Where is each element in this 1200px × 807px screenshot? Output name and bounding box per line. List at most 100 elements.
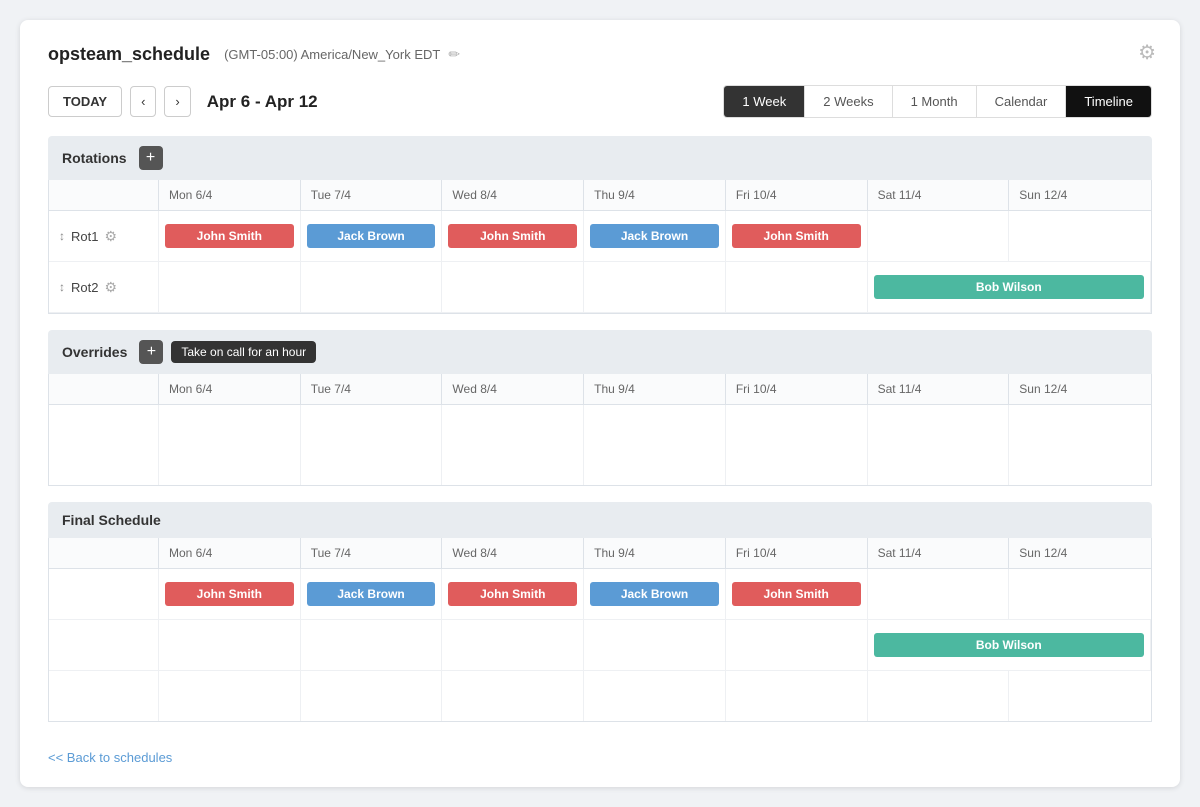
ov-col-mon: Mon 6/4	[159, 374, 301, 404]
fs-col-wed: Wed 8/4	[442, 538, 584, 568]
add-rotation-button[interactable]: +	[139, 146, 163, 170]
fs-row2-thu	[584, 620, 726, 670]
edit-icon[interactable]: ✏	[448, 46, 460, 63]
ov-thu	[584, 405, 726, 485]
view-1month[interactable]: 1 Month	[893, 86, 977, 117]
col-wed: Wed 8/4	[442, 180, 584, 210]
prev-button[interactable]: ‹	[130, 86, 156, 117]
main-container: ⚙ opsteam_schedule (GMT-05:00) America/N…	[20, 20, 1180, 787]
rotations-header-row: Mon 6/4 Tue 7/4 Wed 8/4 Thu 9/4 Fri 10/4…	[49, 180, 1151, 211]
john-smith-fri[interactable]: John Smith	[732, 224, 861, 248]
schedule-name: opsteam_schedule	[48, 44, 210, 65]
fs-jack-brown-tue[interactable]: Jack Brown	[307, 582, 436, 606]
fs-john-smith-wed[interactable]: John Smith	[448, 582, 577, 606]
final-schedule-section: Final Schedule Mon 6/4 Tue 7/4 Wed 8/4 T…	[48, 502, 1152, 722]
header: opsteam_schedule (GMT-05:00) America/New…	[48, 44, 1152, 65]
ov-mon	[159, 405, 301, 485]
fs-row3-fri	[726, 671, 868, 721]
fs-row1: John Smith Jack Brown John Smith Jack Br…	[49, 569, 1151, 620]
ov-fri	[726, 405, 868, 485]
rot1-tue: Jack Brown	[301, 211, 443, 261]
back-to-schedules-link[interactable]: << Back to schedules	[48, 750, 172, 765]
jack-brown-tue[interactable]: Jack Brown	[307, 224, 436, 248]
fs-row1-fri: John Smith	[726, 569, 868, 619]
overrides-section: Overrides + Take on call for an hour Mon…	[48, 330, 1152, 486]
overrides-data-row	[49, 405, 1151, 485]
rot1-arrow: ↕	[59, 229, 65, 243]
add-override-button[interactable]: +	[139, 340, 163, 364]
rot2-arrow: ↕	[59, 280, 65, 294]
jack-brown-thu[interactable]: Jack Brown	[590, 224, 719, 248]
settings-icon[interactable]: ⚙	[1138, 40, 1156, 65]
fs-row1-mon: John Smith	[159, 569, 301, 619]
fs-row2-mon	[159, 620, 301, 670]
rot1-sun	[1009, 211, 1151, 261]
fs-row1-sat	[868, 569, 1010, 619]
override-tooltip: Take on call for an hour	[171, 341, 316, 363]
fs-jack-brown-thu[interactable]: Jack Brown	[590, 582, 719, 606]
rot1-settings-icon[interactable]: ⚙	[104, 228, 117, 245]
fs-row2-tue	[301, 620, 443, 670]
fs-row3-wed	[442, 671, 584, 721]
rot2-wed	[442, 262, 584, 312]
rot2-fri	[726, 262, 868, 312]
ov-col-label	[49, 374, 159, 404]
timezone-label: (GMT-05:00) America/New_York EDT	[224, 47, 440, 62]
final-schedule-header: Final Schedule	[48, 502, 1152, 538]
fs-row3-thu	[584, 671, 726, 721]
rot2-thu	[584, 262, 726, 312]
rot1-sat	[868, 211, 1010, 261]
rotations-header: Rotations +	[48, 136, 1152, 180]
overrides-header-row: Mon 6/4 Tue 7/4 Wed 8/4 Thu 9/4 Fri 10/4…	[49, 374, 1151, 405]
ov-label	[49, 405, 159, 485]
date-range: Apr 6 - Apr 12	[207, 92, 716, 112]
fs-col-thu: Thu 9/4	[584, 538, 726, 568]
fs-row1-label	[49, 569, 159, 619]
fs-row2-fri	[726, 620, 868, 670]
rot1-label: ↕ Rot1 ⚙	[49, 211, 159, 261]
view-timeline[interactable]: Timeline	[1066, 86, 1151, 117]
fs-header-row: Mon 6/4 Tue 7/4 Wed 8/4 Thu 9/4 Fri 10/4…	[49, 538, 1151, 569]
final-schedule-grid: Mon 6/4 Tue 7/4 Wed 8/4 Thu 9/4 Fri 10/4…	[48, 538, 1152, 722]
fs-row2-wed	[442, 620, 584, 670]
rot1-thu: Jack Brown	[584, 211, 726, 261]
col-tue: Tue 7/4	[301, 180, 443, 210]
col-sat: Sat 11/4	[868, 180, 1010, 210]
fs-bob-wilson[interactable]: Bob Wilson	[874, 633, 1144, 657]
fs-col-sun: Sun 12/4	[1009, 538, 1151, 568]
fs-row3-label	[49, 671, 159, 721]
bob-wilson-rot2[interactable]: Bob Wilson	[874, 275, 1144, 299]
col-fri: Fri 10/4	[726, 180, 868, 210]
john-smith-mon[interactable]: John Smith	[165, 224, 294, 248]
rot1-name: Rot1	[71, 229, 98, 244]
fs-john-smith-mon[interactable]: John Smith	[165, 582, 294, 606]
overrides-header: Overrides + Take on call for an hour	[48, 330, 1152, 374]
fs-col-fri: Fri 10/4	[726, 538, 868, 568]
rotations-grid: Mon 6/4 Tue 7/4 Wed 8/4 Thu 9/4 Fri 10/4…	[48, 180, 1152, 314]
view-1week[interactable]: 1 Week	[724, 86, 805, 117]
rot2-label: ↕ Rot2 ⚙	[49, 262, 159, 312]
next-button[interactable]: ›	[164, 86, 190, 117]
fs-row3	[49, 671, 1151, 721]
rot2-sat-sun: Bob Wilson	[868, 262, 1151, 312]
view-calendar[interactable]: Calendar	[977, 86, 1067, 117]
john-smith-wed[interactable]: John Smith	[448, 224, 577, 248]
fs-col-tue: Tue 7/4	[301, 538, 443, 568]
rotations-section: Rotations + Mon 6/4 Tue 7/4 Wed 8/4 Thu …	[48, 136, 1152, 314]
fs-row3-mon	[159, 671, 301, 721]
fs-john-smith-fri[interactable]: John Smith	[732, 582, 861, 606]
today-button[interactable]: TODAY	[48, 86, 122, 117]
fs-row1-thu: Jack Brown	[584, 569, 726, 619]
fs-row3-sat	[868, 671, 1010, 721]
overrides-title: Overrides	[62, 344, 127, 360]
rot2-settings-icon[interactable]: ⚙	[104, 279, 117, 296]
col-sun: Sun 12/4	[1009, 180, 1151, 210]
ov-col-wed: Wed 8/4	[442, 374, 584, 404]
ov-col-sun: Sun 12/4	[1009, 374, 1151, 404]
rot1-fri: John Smith	[726, 211, 868, 261]
col-mon: Mon 6/4	[159, 180, 301, 210]
overrides-grid: Mon 6/4 Tue 7/4 Wed 8/4 Thu 9/4 Fri 10/4…	[48, 374, 1152, 486]
fs-col-label	[49, 538, 159, 568]
ov-wed	[442, 405, 584, 485]
view-2weeks[interactable]: 2 Weeks	[805, 86, 892, 117]
